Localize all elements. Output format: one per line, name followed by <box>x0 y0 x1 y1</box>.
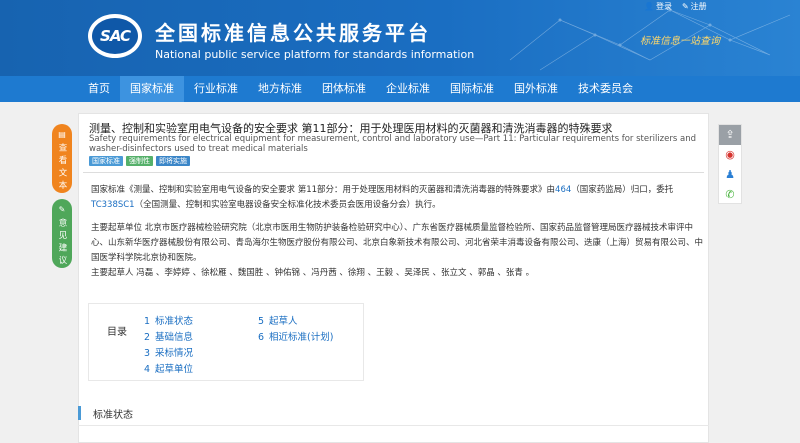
drafters-paragraph: 主要起草人 冯磊 、李婷婷 、徐松雁 、魏国胜 、钟佑锦 、冯丹茜 、徐翔 、王… <box>91 268 535 278</box>
nav-item-home[interactable]: 首页 <box>78 76 120 102</box>
section-title: 标准状态 <box>93 410 133 421</box>
section-divider <box>78 425 709 426</box>
section-standard-status: 标准状态 <box>78 402 709 426</box>
nav-item-enterprise-standards[interactable]: 企业标准 <box>376 76 440 102</box>
drafting-units-paragraph: 主要起草单位 北京市医疗器械检验研究院（北京市医用生物防护装备检验研究中心）、广… <box>91 223 704 263</box>
register-link[interactable]: ✎ 注册 <box>682 1 707 12</box>
toc-item-basic-info[interactable]: 2 基础信息 <box>144 329 193 343</box>
feedback-label: 意见建议 <box>57 218 67 268</box>
site-header: SAC 全国标准信息公共服务平台 National public service… <box>0 0 800 76</box>
view-text-tab[interactable]: ▤ 查看文本 <box>52 124 72 193</box>
nav-item-group-standards[interactable]: 团体标准 <box>312 76 376 102</box>
feedback-tab[interactable]: ✎ 意见建议 <box>52 199 72 268</box>
toc-item-drafting-units[interactable]: 4 起草单位 <box>144 361 193 375</box>
sac-logo[interactable]: SAC <box>88 14 142 58</box>
register-icon: ✎ <box>681 1 689 11</box>
login-link[interactable]: 👤 登录 <box>644 1 672 12</box>
summary-text-c: （全国测量、控制和实验室电器设备安全标准化技术委员会医用设备分会）执行。 <box>134 200 441 210</box>
nav-item-industry-standards[interactable]: 行业标准 <box>184 76 248 102</box>
nav-item-national-standards[interactable]: 国家标准 <box>120 76 184 102</box>
view-text-label: 查看文本 <box>57 143 67 193</box>
main-nav: 首页 国家标准 行业标准 地方标准 团体标准 企业标准 国际标准 国外标准 技术… <box>0 76 800 102</box>
tag-mandatory: 强制性 <box>126 156 153 166</box>
wechat-icon[interactable]: ✆ <box>719 185 741 205</box>
nav-item-technical-committees[interactable]: 技术委员会 <box>568 76 643 102</box>
nav-item-international-standards[interactable]: 国际标准 <box>440 76 504 102</box>
committee-464-link[interactable]: 464 <box>555 185 571 195</box>
weibo-icon[interactable]: ◉ <box>719 145 741 165</box>
login-link-label: 登录 <box>655 1 672 11</box>
site-subtitle: National public service platform for sta… <box>155 48 475 61</box>
summary-text-a: 国家标准《测量、控制和实验室用电气设备的安全要求 第11部分：用于处理医用材料的… <box>91 185 556 195</box>
user-icon: 👤 <box>644 1 654 11</box>
tag-national-standard: 国家标准 <box>89 156 123 166</box>
toc-item-drafters[interactable]: 5 起草人 <box>258 313 298 327</box>
nav-item-local-standards[interactable]: 地方标准 <box>248 76 312 102</box>
title-divider <box>83 172 704 173</box>
site-slogan: 标准信息一站查询 <box>640 36 720 47</box>
toc-item-related-standards[interactable]: 6 相近标准(计划) <box>258 329 333 343</box>
summary-paragraph: 国家标准《测量、控制和实验室用电气设备的安全要求 第11部分：用于处理医用材料的… <box>91 183 707 213</box>
qq-icon[interactable]: ♟ <box>719 165 741 185</box>
share-bar: ⇪ ◉ ♟ ✆ <box>718 124 742 204</box>
register-link-label: 注册 <box>690 1 707 11</box>
logo-text: SAC <box>92 18 138 54</box>
toc-item-adoption[interactable]: 3 采标情况 <box>144 345 193 359</box>
account-links: 👤 登录 ✎ 注册 <box>644 0 707 12</box>
document-icon: ▤ <box>58 130 66 139</box>
standard-title-en: Safety requirements for electrical equip… <box>89 134 696 154</box>
edit-icon: ✎ <box>58 205 66 214</box>
toc-item-status[interactable]: 1 标准状态 <box>144 313 193 327</box>
summary-text-b: （国家药监局）归口，委托 <box>571 185 674 195</box>
committee-tc338sc1-link[interactable]: TC338SC1 <box>91 200 135 210</box>
share-icon[interactable]: ⇪ <box>719 125 741 145</box>
site-title: 全国标准信息公共服务平台 <box>155 21 431 45</box>
nav-item-foreign-standards[interactable]: 国外标准 <box>504 76 568 102</box>
toc-label: 目录 <box>107 327 127 338</box>
standard-tags: 国家标准 强制性 即将实施 <box>89 156 190 166</box>
section-accent-bar <box>78 406 81 420</box>
tag-upcoming: 即将实施 <box>156 156 190 166</box>
